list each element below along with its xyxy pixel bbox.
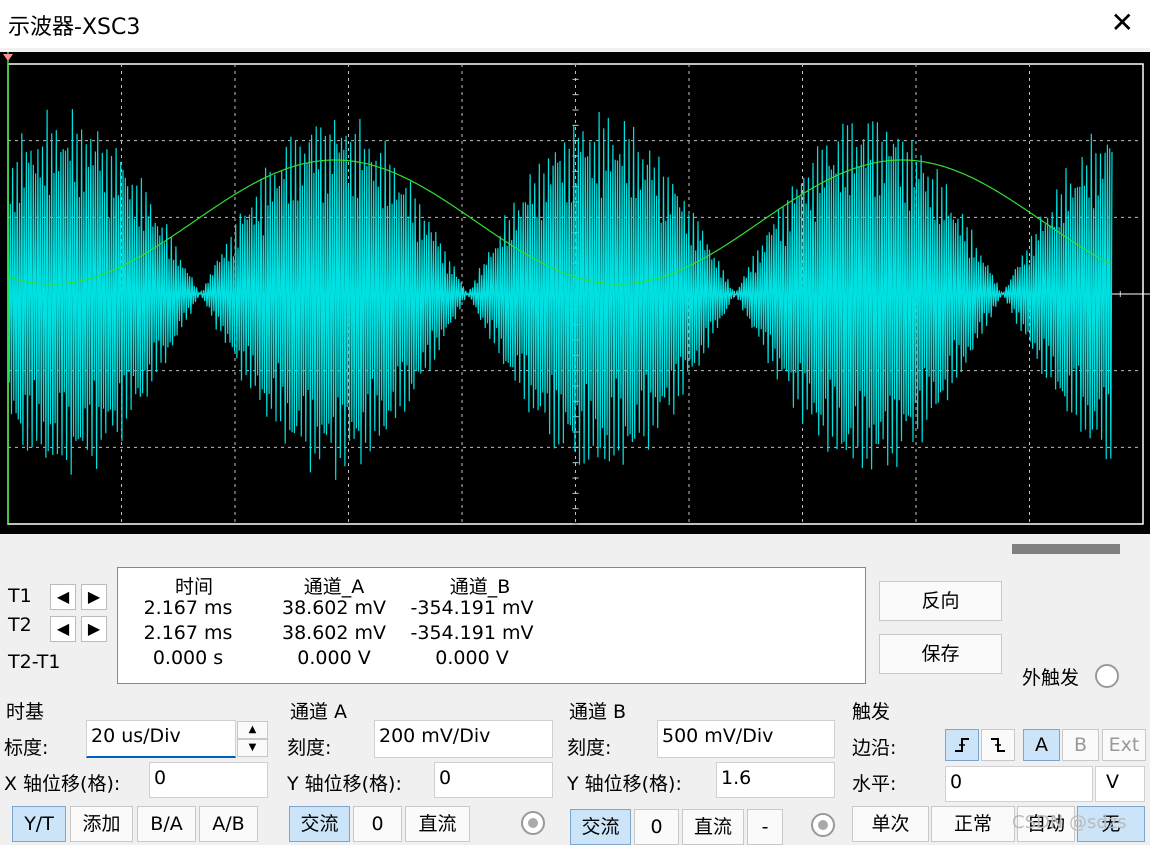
channel-a-dc-button[interactable]: 直流 <box>405 806 470 842</box>
timebase-title: 时基 <box>6 701 45 723</box>
trigger-level-label: 水平: <box>852 773 897 795</box>
channel-b-y-position-label: Y 轴位移(格): <box>567 773 682 795</box>
t1-time: 2.167 ms <box>143 597 233 619</box>
timebase-scale-label: 标度: <box>4 737 49 759</box>
channel-b-ac-button[interactable]: 交流 <box>570 809 631 845</box>
timebase-down-icon[interactable]: ▼ <box>237 739 268 757</box>
save-button[interactable]: 保存 <box>879 634 1002 674</box>
diff-channel-b: 0.000 V <box>435 647 509 669</box>
timebase-up-icon[interactable]: ▲ <box>237 721 268 739</box>
t2-label: T2 <box>8 614 32 636</box>
channel-b-scale-input[interactable]: 500 mV/Div <box>657 720 835 758</box>
t2-right-arrow-icon[interactable]: ▶ <box>81 616 107 642</box>
t2-channel-b: -354.191 mV <box>410 622 534 644</box>
t1-label: T1 <box>8 585 32 607</box>
channel-b-minus-button[interactable]: - <box>747 809 783 845</box>
horizontal-scrollbar[interactable] <box>1012 544 1120 554</box>
t2-left-arrow-icon[interactable]: ◀ <box>50 616 76 642</box>
header-time: 时间 <box>174 576 213 598</box>
trigger-source-a-button[interactable]: A <box>1023 729 1060 761</box>
mode-add-button[interactable]: 添加 <box>70 806 133 842</box>
trigger-normal-button[interactable]: 正常 <box>931 806 1015 842</box>
x-position-input[interactable]: 0 <box>149 762 268 798</box>
trigger-single-button[interactable]: 单次 <box>852 806 929 842</box>
t1-channel-a: 38.602 mV <box>281 597 387 619</box>
rising-edge-icon[interactable] <box>945 729 979 761</box>
channel-a-scale-label: 刻度: <box>287 737 332 759</box>
measurement-readout: 时间 通道_A 通道_B 2.167 ms 38.602 mV -354.191… <box>117 567 866 684</box>
channel-b-title: 通道 B <box>569 701 627 723</box>
diff-time: 0.000 s <box>152 647 224 669</box>
channel-a-zero-button[interactable]: 0 <box>353 806 402 842</box>
close-icon[interactable]: ✕ <box>1111 6 1134 39</box>
oscilloscope-screen[interactable] <box>0 52 1150 534</box>
channel-b-zero-button[interactable]: 0 <box>634 809 679 845</box>
mode-ab-button[interactable]: A/B <box>199 806 258 842</box>
t2-t1-label: T2-T1 <box>8 651 61 673</box>
mode-ba-button[interactable]: B/A <box>137 806 196 842</box>
t2-time: 2.167 ms <box>143 622 233 644</box>
channel-b-dc-button[interactable]: 直流 <box>682 809 744 845</box>
t1-left-arrow-icon[interactable]: ◀ <box>50 584 76 610</box>
cursor-marker-icon <box>3 54 13 61</box>
channel-a-title: 通道 A <box>290 701 348 723</box>
timebase-scale-input[interactable]: 20 us/Div <box>86 720 236 758</box>
channel-a-y-position-input[interactable]: 0 <box>434 762 553 798</box>
header-channel-b: 通道_B <box>449 576 511 598</box>
mode-yt-button[interactable]: Y/T <box>12 806 66 842</box>
t1-right-arrow-icon[interactable]: ▶ <box>81 584 107 610</box>
trigger-edge-label: 边沿: <box>852 737 897 759</box>
channel-a-y-position-label: Y 轴位移(格): <box>287 773 402 795</box>
channel-a-trace <box>7 109 1113 480</box>
t1-channel-b: -354.191 mV <box>410 597 534 619</box>
trigger-source-b-button[interactable]: B <box>1062 729 1099 761</box>
waveform-display <box>3 52 1150 525</box>
ext-trigger-label: 外触发 <box>1022 667 1080 689</box>
title-bar: 示波器-XSC3 ✕ <box>0 0 1150 48</box>
channel-b-terminal-icon[interactable] <box>811 813 835 837</box>
falling-edge-icon[interactable] <box>981 729 1015 761</box>
reverse-button[interactable]: 反向 <box>879 581 1002 621</box>
window-title: 示波器-XSC3 <box>8 15 141 40</box>
diff-channel-a: 0.000 V <box>297 647 371 669</box>
trigger-level-input[interactable]: 0 <box>945 766 1093 802</box>
channel-a-terminal-icon[interactable] <box>521 811 545 835</box>
ext-trigger-terminal-icon[interactable] <box>1095 664 1119 688</box>
header-channel-a: 通道_A <box>303 576 365 598</box>
trigger-source-ext-button[interactable]: Ext <box>1102 729 1146 761</box>
x-position-label: X 轴位移(格): <box>4 773 121 795</box>
channel-a-scale-input[interactable]: 200 mV/Div <box>374 720 553 758</box>
channel-b-y-position-input[interactable]: 1.6 <box>716 762 835 798</box>
t2-channel-a: 38.602 mV <box>281 622 387 644</box>
watermark: CSDN @sdzs <box>1012 812 1127 833</box>
channel-b-scale-label: 刻度: <box>567 737 612 759</box>
cursor-controls: T1 T2 T2-T1 ◀ ▶ ◀ ▶ <box>0 567 116 682</box>
trigger-level-unit[interactable]: V <box>1095 766 1145 802</box>
trigger-title: 触发 <box>852 701 891 723</box>
channel-a-ac-button[interactable]: 交流 <box>289 806 350 842</box>
